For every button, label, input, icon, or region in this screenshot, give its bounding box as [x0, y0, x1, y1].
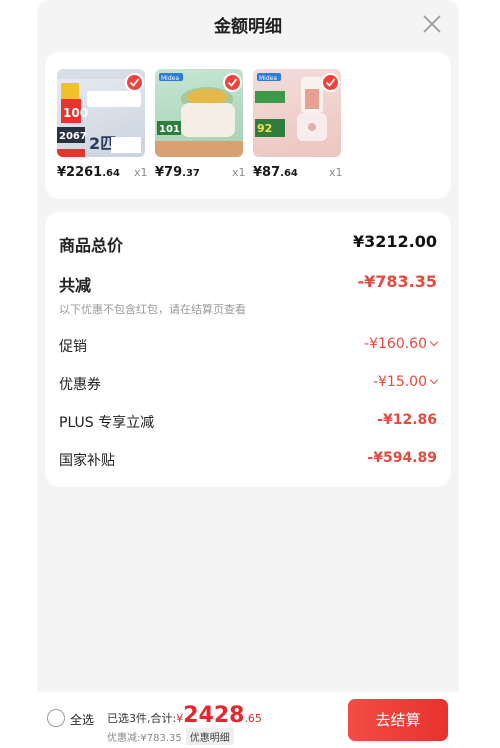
- plus-discount-value: -¥12.86: [377, 412, 437, 428]
- total-decimal: .65: [244, 712, 262, 725]
- product-card: 100 2067 2匹 Midea 101 Midea 92 ¥2261.64 …: [45, 52, 451, 199]
- product-price: ¥87.64: [253, 165, 298, 180]
- amount-detail-sheet: 金额明细 100 2067 2匹 Midea 101 Midea 92 ¥226…: [37, 0, 459, 748]
- product-image-air-conditioner[interactable]: 100 2067 2匹: [57, 69, 145, 157]
- price-integer: ¥79: [155, 165, 183, 180]
- price-detail-card: 商品总价 ¥3212.00 共减 -¥783.35 以下优惠不包含红包，请在结算…: [45, 212, 451, 487]
- summary-prefix: 已选3件,合计:: [107, 712, 177, 725]
- national-subsidy-value: -¥594.89: [367, 450, 437, 466]
- total-reduction-label: 共减: [59, 276, 92, 295]
- coupon-amount: -¥15.00: [372, 374, 427, 390]
- select-all-label[interactable]: 全选: [70, 711, 94, 728]
- selected-check-icon[interactable]: [125, 73, 144, 92]
- checkout-button[interactable]: 去结算: [348, 699, 448, 741]
- order-summary: 已选3件,合计:¥2428.65: [107, 703, 262, 728]
- svg-text:100: 100: [63, 106, 88, 120]
- chevron-down-icon[interactable]: [429, 337, 439, 347]
- sheet-header: 金额明细: [37, 0, 459, 48]
- product-image-rice-cooker[interactable]: Midea 101: [155, 69, 243, 157]
- discount-amount: 优惠减:¥783.35: [107, 733, 182, 744]
- sheet-title: 金额明细: [214, 17, 282, 37]
- selected-check-icon[interactable]: [223, 73, 242, 92]
- total-price-value: ¥3212.00: [352, 232, 437, 251]
- select-all-radio[interactable]: [47, 709, 65, 727]
- price-decimal: .64: [102, 168, 120, 179]
- product-qty: x1: [232, 166, 246, 179]
- price-integer: ¥87: [253, 165, 281, 180]
- product-qty: x1: [134, 166, 148, 179]
- price-decimal: .64: [280, 168, 298, 179]
- plus-discount-label: PLUS 专享立减: [59, 415, 155, 431]
- product-price: ¥2261.64: [57, 165, 120, 180]
- svg-text:92: 92: [257, 122, 272, 135]
- national-subsidy-label: 国家补贴: [59, 453, 115, 469]
- svg-text:2067: 2067: [59, 131, 87, 142]
- product-image-blender[interactable]: Midea 92: [253, 69, 341, 157]
- checkout-bar: 全选 已选3件,合计:¥2428.65 优惠减:¥783.35 优惠明细 去结算: [37, 692, 459, 748]
- close-icon[interactable]: [423, 15, 441, 33]
- promotion-label: 促销: [59, 339, 87, 355]
- reduction-note: 以下优惠不包含红包，请在结算页查看: [59, 303, 246, 316]
- total-reduction-value: -¥783.35: [357, 272, 437, 291]
- promotion-value[interactable]: -¥160.60: [364, 336, 439, 352]
- selected-check-icon[interactable]: [321, 73, 340, 92]
- discount-detail-button[interactable]: 优惠明细: [185, 728, 234, 745]
- coupon-label: 优惠券: [59, 377, 101, 393]
- product-price: ¥79.37: [155, 165, 200, 180]
- price-integer: ¥2261: [57, 165, 103, 180]
- total-amount: 2428: [183, 703, 245, 728]
- discount-summary: 优惠减:¥783.35 优惠明细: [107, 728, 234, 745]
- promotion-amount: -¥160.60: [364, 336, 427, 352]
- price-decimal: .37: [182, 168, 200, 179]
- svg-text:Midea: Midea: [259, 75, 277, 82]
- product-qty: x1: [329, 166, 343, 179]
- svg-text:Midea: Midea: [161, 75, 179, 82]
- svg-text:101: 101: [159, 124, 180, 135]
- total-price-label: 商品总价: [59, 236, 124, 255]
- chevron-down-icon[interactable]: [429, 375, 439, 385]
- coupon-value[interactable]: -¥15.00: [372, 374, 439, 390]
